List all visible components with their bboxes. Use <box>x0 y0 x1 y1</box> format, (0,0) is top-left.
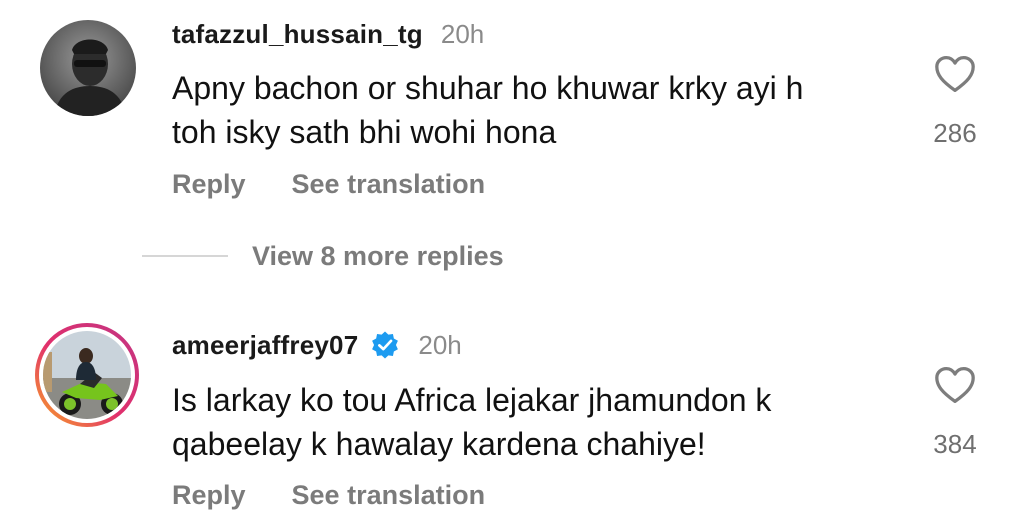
divider-line <box>142 255 228 257</box>
timestamp: 20h <box>440 18 485 49</box>
view-more-replies[interactable]: View 8 more replies <box>142 238 504 274</box>
comment-text: Is larkay ko tou Africa lejakar jhamundo… <box>172 378 872 466</box>
see-translation-button[interactable]: See translation <box>292 480 486 511</box>
timestamp: 20h <box>418 329 462 360</box>
username[interactable]: ameerjaffrey07 <box>172 330 358 361</box>
heart-outline-icon[interactable] <box>933 54 977 94</box>
like-control: 286 <box>920 54 990 149</box>
comment-header: tafazzul_hussain_tg 20h <box>172 16 484 52</box>
comment-text-line: qabeelay k hawalay kardena chahiye! <box>172 426 706 462</box>
view-more-replies-label[interactable]: View 8 more replies <box>252 241 504 272</box>
heart-outline-icon[interactable] <box>933 365 977 405</box>
avatar[interactable] <box>34 322 140 428</box>
comment-text-line: Apny bachon or shuhar ho khuwar krky ayi… <box>172 70 804 106</box>
reply-button[interactable]: Reply <box>172 480 246 511</box>
see-translation-button[interactable]: See translation <box>292 169 486 200</box>
comment-text: Apny bachon or shuhar ho khuwar krky ayi… <box>172 66 872 154</box>
comment-header: ameerjaffrey07 20h <box>172 327 462 363</box>
verified-badge-icon <box>372 331 399 359</box>
avatar[interactable] <box>40 20 136 116</box>
like-count: 384 <box>933 429 977 459</box>
reply-button[interactable]: Reply <box>172 169 246 200</box>
comment-actions: Reply See translation <box>172 166 485 202</box>
comment-text-line: Is larkay ko tou Africa lejakar jhamundo… <box>172 382 772 418</box>
comment-actions: Reply See translation <box>172 477 485 513</box>
like-control: 384 <box>920 365 990 460</box>
like-count: 286 <box>933 118 977 148</box>
comments-section: tafazzul_hussain_tg 20h Apny bachon or s… <box>0 0 1024 530</box>
comment-text-line: toh isky sath bhi wohi hona <box>172 114 557 150</box>
username[interactable]: tafazzul_hussain_tg <box>172 19 423 50</box>
